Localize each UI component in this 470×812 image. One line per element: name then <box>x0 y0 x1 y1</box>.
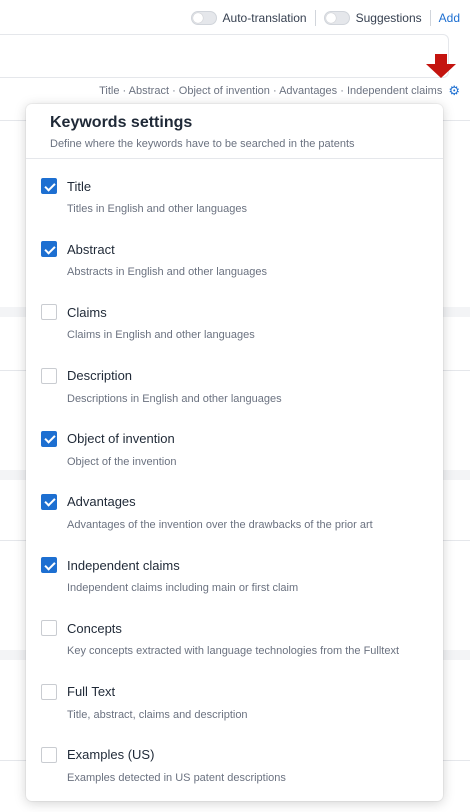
description-checkbox[interactable] <box>41 367 57 384</box>
popover-divider <box>26 158 443 159</box>
option-description: Examples detected in US patent descripti… <box>67 771 286 784</box>
keyword-fields-summary: Title · Abstract · Object of invention ·… <box>99 84 460 97</box>
popover-title: Keywords settings <box>50 114 193 131</box>
option-description: Object of the invention <box>67 455 177 468</box>
annotation-arrow-icon <box>426 54 456 78</box>
top-toolbar: Auto-translation Suggestions Add <box>190 8 460 28</box>
object-of-invention-checkbox[interactable] <box>41 430 57 447</box>
keyword-search-input[interactable] <box>0 34 449 78</box>
full-text-checkbox[interactable] <box>41 683 57 700</box>
option-label[interactable]: Object of invention <box>67 431 175 446</box>
option-label[interactable]: Title <box>67 179 91 194</box>
examples-us-checkbox[interactable] <box>41 746 57 763</box>
option-concepts: Concepts Key concepts extracted with lan… <box>41 618 443 681</box>
add-link[interactable]: Add <box>439 11 460 25</box>
concepts-checkbox[interactable] <box>41 620 57 637</box>
popover-header: Keywords settings Define where the keywo… <box>26 104 443 158</box>
auto-translation-toggle[interactable] <box>190 11 217 25</box>
option-full-text: Full Text Title, abstract, claims and de… <box>41 682 443 745</box>
toolbar-divider <box>429 10 431 26</box>
option-description: Claims in English and other languages <box>67 329 255 342</box>
option-label[interactable]: Claims <box>67 305 107 320</box>
option-claims: Claims Claims in English and other langu… <box>41 302 443 365</box>
option-label[interactable]: Advantages <box>67 494 136 509</box>
independent-claims-checkbox[interactable] <box>41 557 57 574</box>
settings-gear-icon[interactable]: ⚙ <box>448 84 460 97</box>
popover-subtitle: Define where the keywords have to be sea… <box>50 138 355 150</box>
option-label[interactable]: Full Text <box>67 684 115 699</box>
suggestions-toggle[interactable] <box>323 11 350 25</box>
suggestions-label: Suggestions <box>355 11 422 25</box>
abstract-checkbox[interactable] <box>41 241 57 258</box>
option-description: Key concepts extracted with language tec… <box>67 645 400 658</box>
option-label[interactable]: Description <box>67 368 132 383</box>
auto-translation-label: Auto-translation <box>222 11 307 25</box>
title-checkbox[interactable] <box>41 178 57 194</box>
option-abstract: Abstract Abstracts in English and other … <box>41 239 443 302</box>
option-description: Titles in English and other languages <box>67 203 247 215</box>
option-description: Independent claims including main or fir… <box>67 582 299 595</box>
option-advantages: Advantages Advantages of the invention o… <box>41 492 443 555</box>
option-description: Advantages of the invention over the dra… <box>67 518 373 531</box>
option-object-of-invention: Object of invention Object of the invent… <box>41 429 443 492</box>
option-independent-claims: Independent claims Independent claims in… <box>41 555 443 618</box>
keyword-field-options: Title Titles in English and other langua… <box>41 176 443 808</box>
claims-checkbox[interactable] <box>41 304 57 321</box>
option-description: Title, abstract, claims and description <box>67 708 248 721</box>
option-label[interactable]: Abstract <box>67 242 115 257</box>
option-description: Description Descriptions in English and … <box>41 366 443 429</box>
fields-summary-text: Title · Abstract · Object of invention ·… <box>99 84 443 97</box>
option-examples-us: Examples (US) Examples detected in US pa… <box>41 745 443 808</box>
toolbar-divider <box>314 10 316 26</box>
option-description: Descriptions in English and other langua… <box>67 392 282 405</box>
option-title: Title Titles in English and other langua… <box>41 176 443 239</box>
option-description: Abstracts in English and other languages <box>67 266 267 279</box>
option-label[interactable]: Examples (US) <box>67 747 154 762</box>
keywords-settings-popover: Keywords settings Define where the keywo… <box>26 104 443 801</box>
option-label[interactable]: Independent claims <box>67 558 180 573</box>
option-label[interactable]: Concepts <box>67 621 122 636</box>
advantages-checkbox[interactable] <box>41 493 57 510</box>
